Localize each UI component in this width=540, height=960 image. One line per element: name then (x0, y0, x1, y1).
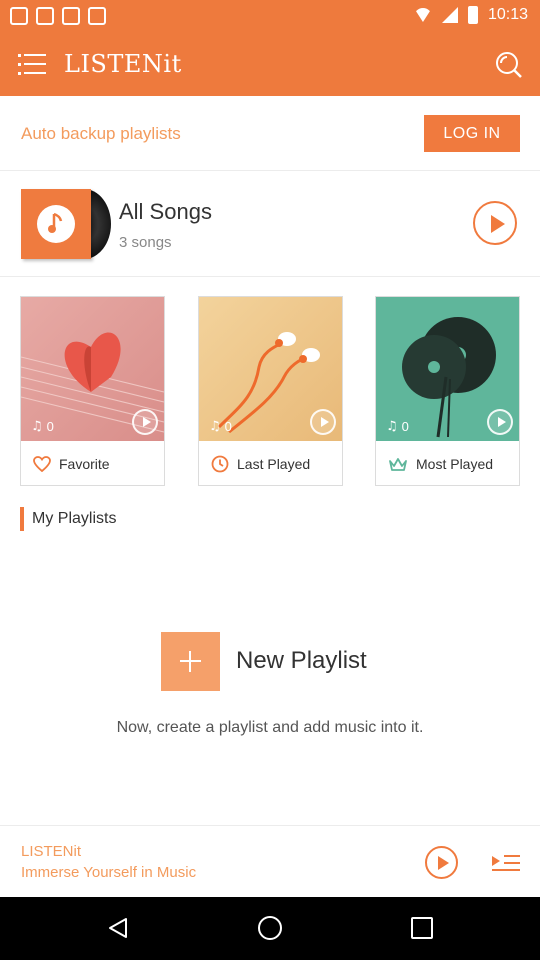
last-played-play-button[interactable] (310, 409, 336, 435)
playlist-card-favorite[interactable]: ♫ 0 Favorite (20, 296, 165, 486)
notification-icons (10, 7, 106, 25)
queue-icon[interactable] (492, 850, 520, 876)
favorite-label: Favorite (59, 455, 110, 472)
music-note-icon: ♫ (386, 419, 398, 434)
play-all-button[interactable] (473, 201, 517, 245)
play-icon (491, 215, 505, 233)
player-subtitle: Immerse Yourself in Music (21, 864, 197, 881)
new-playlist-button[interactable] (161, 632, 220, 691)
new-playlist-title[interactable]: New Playlist (236, 647, 367, 675)
notification-square-icon (62, 7, 80, 25)
recent-apps-icon[interactable] (411, 917, 433, 939)
last-played-label-row: Last Played (199, 441, 342, 486)
most-played-label-row: Most Played (376, 441, 519, 486)
play-icon (438, 856, 449, 870)
playlist-card-most-played[interactable]: ♫ 0 Most Played (375, 296, 520, 486)
status-time: 10:13 (487, 6, 528, 23)
music-note-icon: ♫ (209, 419, 221, 434)
all-songs-title: All Songs (119, 199, 212, 224)
home-icon[interactable] (258, 916, 282, 940)
playlist-card-last-played[interactable]: ♫ 0 Last Played (198, 296, 343, 486)
backup-row: Auto backup playlists LOG IN (0, 96, 540, 171)
player-play-button[interactable] (425, 846, 458, 879)
album-cover (21, 189, 91, 259)
all-songs-row[interactable]: All Songs 3 songs (0, 171, 540, 277)
most-played-play-button[interactable] (487, 409, 513, 435)
mini-player[interactable]: LISTENit Immerse Yourself in Music (0, 825, 540, 897)
favorite-label-row: Favorite (21, 441, 164, 486)
all-songs-album-art (21, 189, 111, 259)
heart-icon (33, 455, 51, 472)
back-icon[interactable] (106, 916, 130, 940)
new-playlist-description: Now, create a playlist and add music int… (116, 719, 424, 736)
system-nav-bar (0, 897, 540, 960)
music-note-icon (48, 212, 63, 233)
app-title: LISTENit (64, 50, 182, 78)
app-bar: LISTENit (0, 32, 540, 96)
wifi-icon (413, 8, 432, 22)
my-playlists-title: My Playlists (32, 510, 117, 527)
player-title: LISTENit (21, 843, 82, 860)
most-played-label: Most Played (416, 455, 494, 472)
notification-square-icon (36, 7, 54, 25)
last-played-label: Last Played (237, 455, 311, 472)
search-icon[interactable] (494, 50, 522, 78)
notification-square-icon (88, 7, 106, 25)
login-button[interactable]: LOG IN (424, 115, 520, 152)
notification-square-icon (10, 7, 28, 25)
music-note-icon: ♫ (31, 419, 43, 434)
status-bar: 10:13 (0, 0, 540, 32)
menu-icon[interactable] (18, 52, 46, 76)
last-played-count: ♫ 0 (209, 419, 232, 434)
favorite-count: ♫ 0 (31, 419, 54, 434)
backup-text: Auto backup playlists (21, 124, 181, 143)
favorite-play-button[interactable] (132, 409, 158, 435)
battery-icon (467, 6, 478, 24)
clock-icon (211, 455, 229, 472)
all-songs-count: 3 songs (119, 234, 172, 251)
most-played-count: ♫ 0 (386, 419, 409, 434)
section-accent-bar (20, 507, 24, 531)
signal-icon (441, 7, 458, 23)
crown-icon (389, 457, 407, 471)
my-playlists-heading: My Playlists (20, 507, 116, 531)
